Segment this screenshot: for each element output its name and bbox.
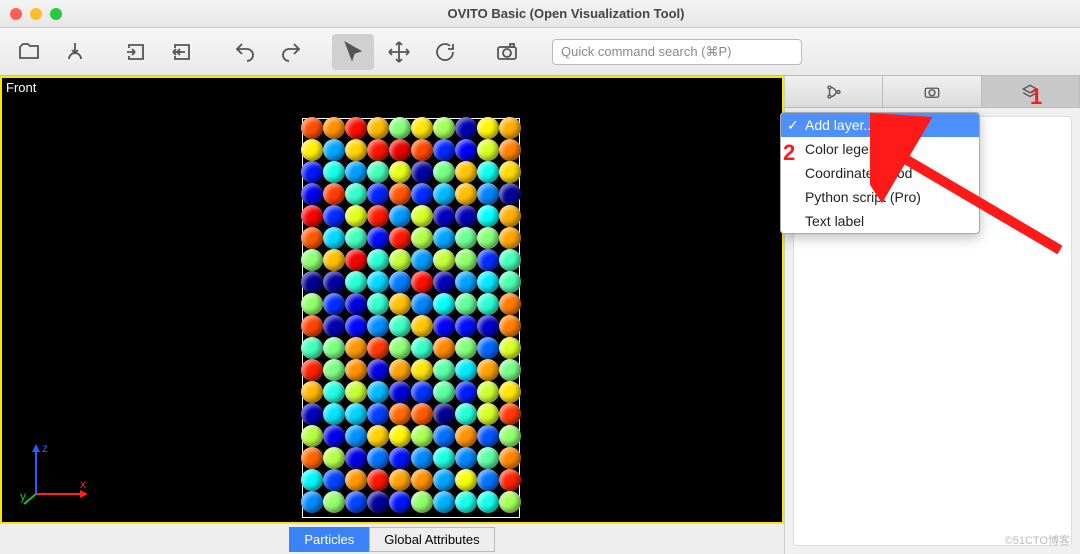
redo-button[interactable] xyxy=(270,34,312,70)
viewport[interactable]: Front z x y xyxy=(0,76,784,524)
viewport-label: Front xyxy=(6,80,36,95)
annotation-arrow xyxy=(870,110,1070,270)
render-tab[interactable] xyxy=(883,76,981,107)
search-placeholder: Quick command search (⌘P) xyxy=(561,44,732,60)
command-search-input[interactable]: Quick command search (⌘P) xyxy=(552,39,802,65)
bottom-tabs: Particles Global Attributes xyxy=(0,524,784,554)
tab-global-attributes[interactable]: Global Attributes xyxy=(369,527,494,552)
window-controls xyxy=(10,8,62,20)
maximize-icon[interactable] xyxy=(50,8,62,20)
simulation-cell xyxy=(302,118,520,518)
close-icon[interactable] xyxy=(10,8,22,20)
annotation-1: 1 xyxy=(1030,84,1042,110)
pipeline-tab[interactable] xyxy=(785,76,883,107)
window-title: OVITO Basic (Open Visualization Tool) xyxy=(62,6,1070,21)
import-button[interactable] xyxy=(116,34,158,70)
svg-text:z: z xyxy=(42,441,48,455)
svg-text:y: y xyxy=(20,489,26,503)
rotate-tool-button[interactable] xyxy=(424,34,466,70)
undo-button[interactable] xyxy=(224,34,266,70)
select-tool-button[interactable] xyxy=(332,34,374,70)
open-file-button[interactable] xyxy=(8,34,50,70)
titlebar: OVITO Basic (Open Visualization Tool) xyxy=(0,0,1080,28)
export-button[interactable] xyxy=(162,34,204,70)
particles xyxy=(303,119,519,517)
move-tool-button[interactable] xyxy=(378,34,420,70)
render-button[interactable] xyxy=(486,34,528,70)
minimize-icon[interactable] xyxy=(30,8,42,20)
tab-particles[interactable]: Particles xyxy=(289,527,369,552)
watermark: ©51CTO博客 xyxy=(1005,532,1070,548)
axis-tripod: z x y xyxy=(20,438,98,510)
download-button[interactable] xyxy=(54,34,96,70)
annotation-2: 2 xyxy=(783,140,795,166)
svg-text:x: x xyxy=(80,477,86,491)
main-toolbar: Quick command search (⌘P) xyxy=(0,28,1080,76)
